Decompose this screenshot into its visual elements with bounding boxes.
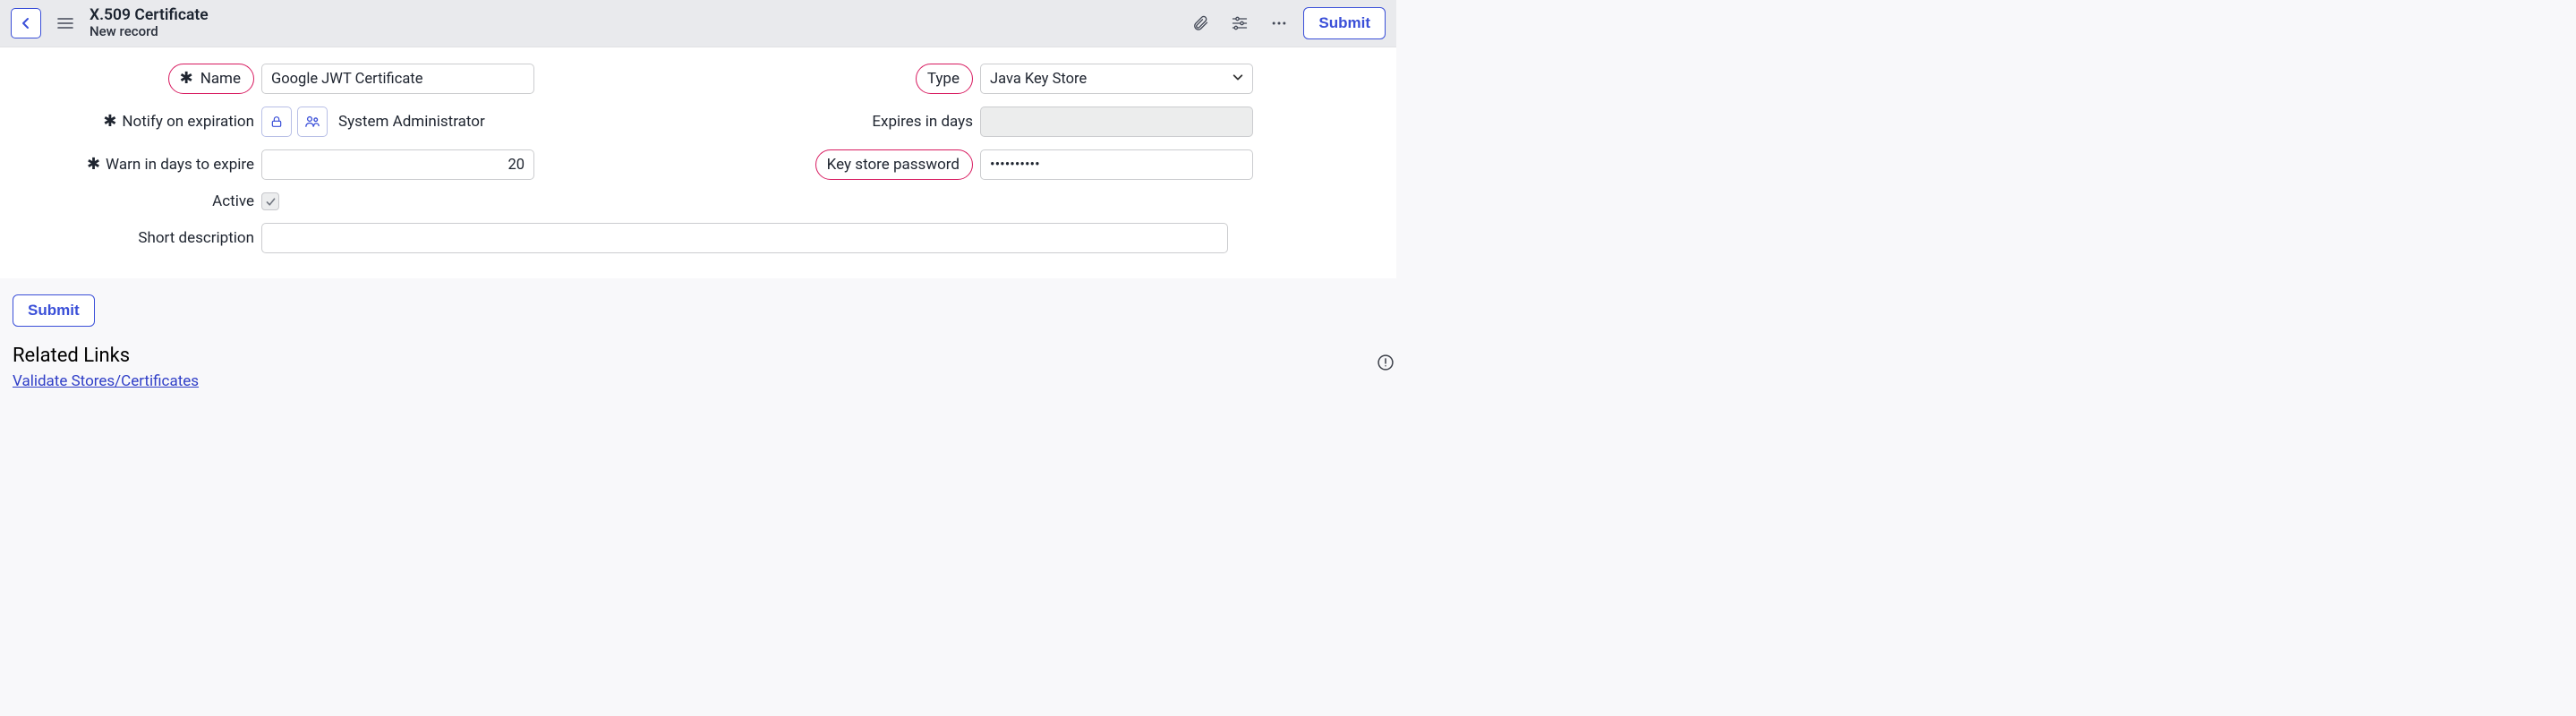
type-select[interactable]: Java Key Store <box>980 64 1253 94</box>
field-active: Active <box>13 192 534 210</box>
form: ✱ Name Type Java Key Store <box>0 47 1396 278</box>
lock-icon <box>269 115 284 129</box>
field-notify: ✱ Notify on expiration System Administra… <box>13 107 534 137</box>
more-horizontal-icon <box>1270 14 1288 32</box>
short-description-input[interactable] <box>261 223 1228 253</box>
active-label: Active <box>212 192 254 210</box>
name-label-circled: ✱ Name <box>168 64 254 94</box>
name-label: Name <box>200 70 241 88</box>
menu-button[interactable] <box>50 8 81 38</box>
notify-value: System Administrator <box>333 113 490 131</box>
header-submit-button[interactable]: Submit <box>1303 7 1386 39</box>
field-name: ✱ Name <box>13 64 534 94</box>
page-subtitle: New record <box>90 24 209 39</box>
page-title-group: X.509 Certificate New record <box>90 6 209 39</box>
paperclip-icon <box>1191 14 1209 32</box>
alert-icon[interactable] <box>1377 354 1395 376</box>
active-checkbox[interactable] <box>261 192 279 210</box>
check-icon <box>265 196 277 208</box>
sliders-icon <box>1231 14 1249 32</box>
warn-input[interactable] <box>261 149 534 180</box>
chevron-left-icon <box>19 16 33 30</box>
field-short-description: Short description <box>13 223 1253 253</box>
back-button[interactable] <box>11 8 41 38</box>
expires-input <box>980 107 1253 137</box>
footer-submit-button[interactable]: Submit <box>13 294 95 327</box>
notify-label: Notify on expiration <box>122 113 254 131</box>
warn-label: Warn in days to expire <box>106 156 254 174</box>
field-keystore-password: Key store password <box>731 149 1253 180</box>
attachments-button[interactable] <box>1185 8 1215 38</box>
menu-icon <box>57 17 73 30</box>
related-links-title: Related Links <box>13 345 1384 367</box>
keystore-password-label-circled: Key store password <box>815 149 973 180</box>
type-select-wrap: Java Key Store <box>980 64 1253 94</box>
select-user-button[interactable] <box>297 107 328 137</box>
field-type: Type Java Key Store <box>731 64 1253 94</box>
short-description-label: Short description <box>138 229 254 247</box>
more-button[interactable] <box>1264 8 1294 38</box>
keystore-password-input[interactable] <box>980 149 1253 180</box>
validate-stores-link[interactable]: Validate Stores/Certificates <box>13 372 199 390</box>
keystore-password-label: Key store password <box>827 156 960 174</box>
type-label-circled: Type <box>916 64 973 94</box>
expires-label: Expires in days <box>872 113 973 131</box>
field-expires: Expires in days <box>731 107 1253 137</box>
name-input[interactable] <box>261 64 534 94</box>
field-warn: ✱ Warn in days to expire <box>13 149 534 180</box>
page-title: X.509 Certificate <box>90 6 209 24</box>
unlock-button[interactable] <box>261 107 292 137</box>
filter-button[interactable] <box>1224 8 1255 38</box>
header-bar: X.509 Certificate New record Submit <box>0 0 1396 47</box>
type-label: Type <box>927 70 960 88</box>
footer: Submit Related Links Validate Stores/Cer… <box>0 278 1396 426</box>
people-icon <box>304 114 320 130</box>
